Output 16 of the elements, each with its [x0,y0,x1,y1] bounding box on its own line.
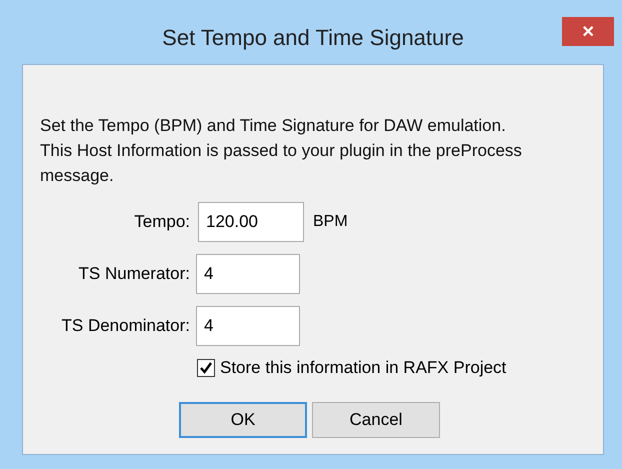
field-label: TS Numerator: [78,264,191,284]
input-field[interactable]: 120.00 [198,202,304,242]
unit-label: BPM [313,213,348,231]
description-text: Set the Tempo (BPM) and Time Signature for DAW emulation. [40,115,507,137]
close-button[interactable]: ✕ [562,17,614,46]
window-title: Set Tempo and Time Signature [162,25,464,51]
input-field[interactable]: 4 [196,254,300,294]
description-text: This Host Information is passed to your plugin in the preProcess [40,140,523,162]
checkbox[interactable] [197,359,215,377]
field-label: TS Denominator: [60,316,191,336]
checkbox-label: Store this information in RAFX Project [220,358,506,378]
input-field[interactable]: 4 [196,306,300,346]
cancel-button[interactable]: Cancel [312,402,440,438]
ok-button[interactable]: OK [179,402,307,438]
field-label: Tempo: [133,212,191,232]
description-text: message. [40,165,115,187]
